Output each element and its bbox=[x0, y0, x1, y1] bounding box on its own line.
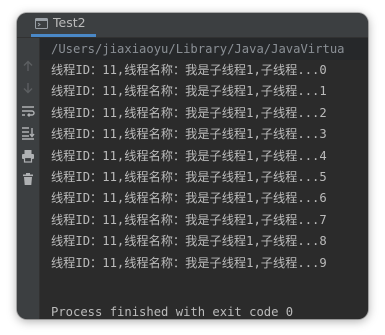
output-line: 线程ID：11,线程名称：我是子线程1,子线程...8 bbox=[51, 234, 327, 249]
run-tool-window: Test2 /Users/jiaxiaoyu/Library/Java/Java… bbox=[17, 13, 368, 319]
output-line: 线程ID：11,线程名称：我是子线程1,子线程...5 bbox=[51, 169, 327, 184]
command-path-line: /Users/jiaxiaoyu/Library/Java/JavaVirtua bbox=[40, 38, 368, 60]
print-icon[interactable] bbox=[20, 148, 36, 164]
output-line: 线程ID：11,线程名称：我是子线程1,子线程...9 bbox=[51, 255, 327, 270]
tab-label: Test2 bbox=[53, 15, 86, 31]
output-line: 线程ID：11,线程名称：我是子线程1,子线程...2 bbox=[51, 105, 327, 120]
console-side-toolbar bbox=[17, 38, 40, 319]
up-arrow-icon[interactable] bbox=[20, 58, 36, 74]
trash-icon[interactable] bbox=[20, 171, 36, 187]
soft-wrap-icon[interactable] bbox=[20, 103, 36, 119]
run-tab-bar: Test2 bbox=[17, 13, 368, 38]
output-line: 线程ID：11,线程名称：我是子线程1,子线程...3 bbox=[51, 127, 327, 142]
output-line: 线程ID：11,线程名称：我是子线程1,子线程...1 bbox=[51, 84, 327, 99]
output-line: 线程ID：11,线程名称：我是子线程1,子线程...0 bbox=[51, 63, 327, 77]
run-console-icon bbox=[35, 18, 48, 29]
output-lines: 线程ID：11,线程名称：我是子线程1,子线程...0 线程ID：11,线程名称… bbox=[51, 60, 368, 274]
output-line: 线程ID：11,线程名称：我是子线程1,子线程...6 bbox=[51, 191, 327, 206]
output-line: 线程ID：11,线程名称：我是子线程1,子线程...7 bbox=[51, 212, 327, 227]
tab-test2[interactable]: Test2 bbox=[31, 13, 96, 37]
console-output[interactable]: /Users/jiaxiaoyu/Library/Java/JavaVirtua… bbox=[40, 38, 368, 319]
output-line: 线程ID：11,线程名称：我是子线程1,子线程...4 bbox=[51, 148, 327, 163]
scroll-to-end-icon[interactable] bbox=[20, 125, 36, 141]
down-arrow-icon[interactable] bbox=[20, 80, 36, 96]
exit-message: Process finished with exit code 0 bbox=[51, 305, 294, 319]
